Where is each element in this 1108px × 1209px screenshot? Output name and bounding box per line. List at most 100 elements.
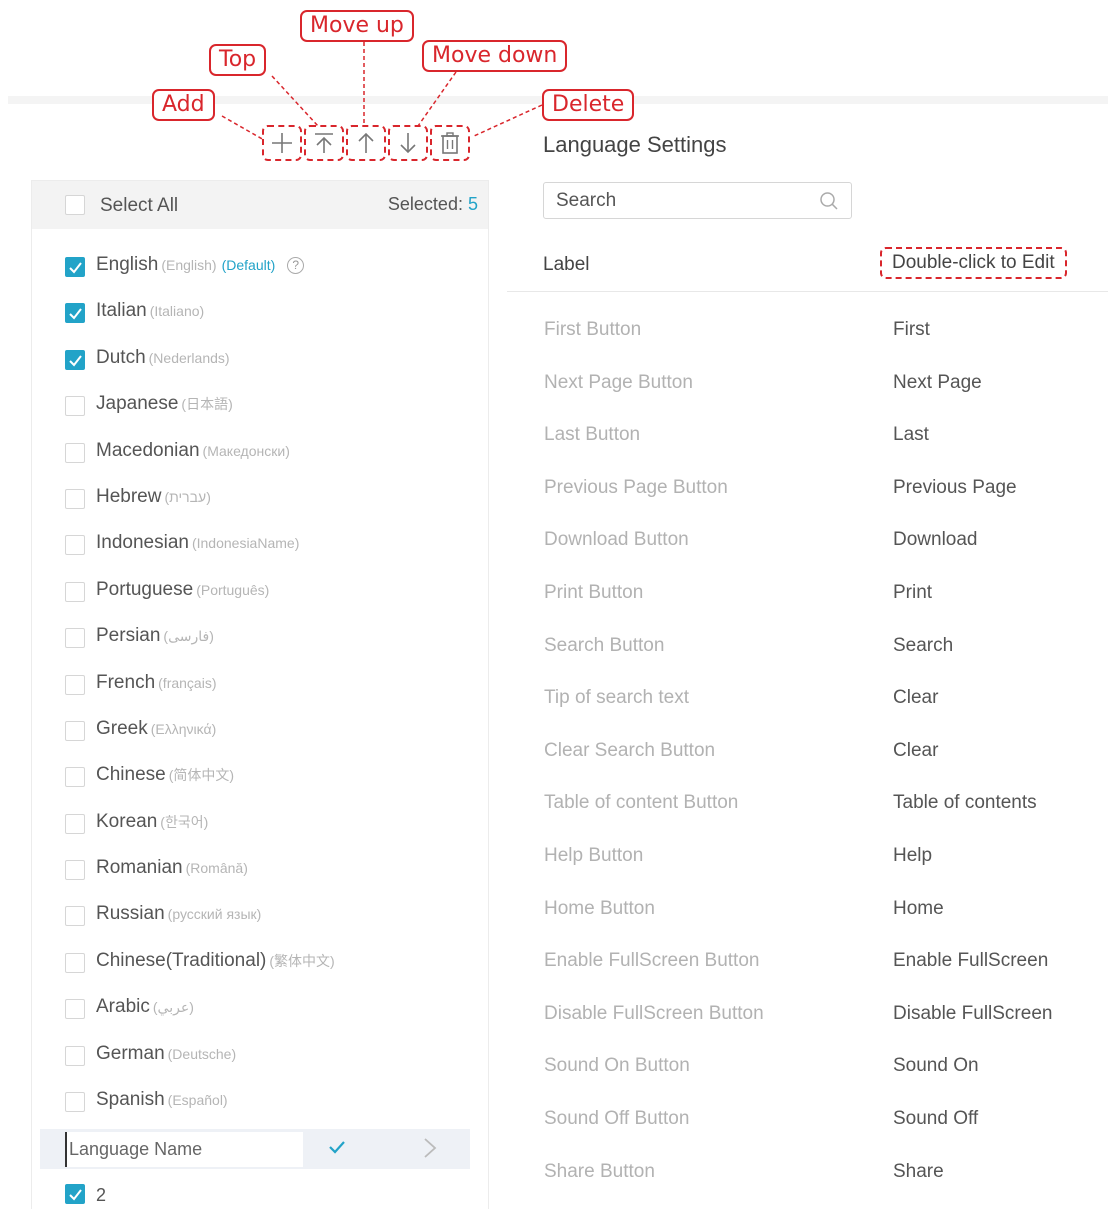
language-item[interactable]: Indonesian (IndonesiaName) <box>32 529 488 575</box>
language-item[interactable]: Arabic (عربي) <box>32 993 488 1039</box>
select-all-checkbox[interactable] <box>65 195 85 215</box>
trash-icon <box>441 132 459 154</box>
setting-value[interactable]: Enable FullScreen <box>893 950 1048 972</box>
language-checkbox[interactable] <box>65 720 85 741</box>
language-checkbox[interactable] <box>65 999 85 1020</box>
language-checkbox[interactable] <box>65 488 85 509</box>
table-row[interactable]: Sound Off Button Sound Off <box>507 1096 1108 1149</box>
setting-value[interactable]: Clear <box>893 687 938 709</box>
select-all-bar: Select All Selected: 5 <box>32 181 488 229</box>
setting-value[interactable]: Home <box>893 898 944 920</box>
setting-label: Previous Page Button <box>544 476 728 498</box>
language-item[interactable]: Persian (فارسی) <box>32 622 488 668</box>
language-checkbox[interactable] <box>65 906 85 927</box>
help-icon[interactable]: ? <box>287 257 305 274</box>
language-item[interactable]: Portuguese (Português) <box>32 576 488 622</box>
language-checkbox[interactable] <box>65 535 85 556</box>
table-row[interactable]: Previous Page Button Previous Page <box>507 465 1108 518</box>
table-row[interactable]: Last Button Last <box>507 412 1108 465</box>
setting-value[interactable]: Search <box>893 635 953 657</box>
new-language-checkbox[interactable] <box>65 1184 85 1204</box>
language-checkbox[interactable] <box>65 952 85 973</box>
table-row[interactable]: First Button First <box>507 307 1108 360</box>
language-checkbox[interactable] <box>65 767 85 788</box>
language-checkbox[interactable] <box>65 257 85 277</box>
language-checkbox[interactable] <box>65 674 85 695</box>
language-checkbox[interactable] <box>65 442 85 463</box>
language-checkbox[interactable] <box>65 581 85 602</box>
language-item[interactable]: Dutch (Nederlands) <box>32 344 488 390</box>
language-native-name: (Македонски) <box>202 442 290 459</box>
table-row[interactable]: Share Button Share <box>507 1149 1108 1202</box>
language-item[interactable]: French (français) <box>32 669 488 715</box>
setting-value[interactable]: Sound On <box>893 1055 979 1077</box>
add-button[interactable] <box>262 125 302 161</box>
setting-value[interactable]: Sound Off <box>893 1108 978 1130</box>
language-item[interactable]: Chinese(Traditional) (繁体中文) <box>32 947 488 993</box>
confirm-check-icon[interactable] <box>327 1137 347 1157</box>
language-item[interactable]: Greek (Ελληνικά) <box>32 715 488 761</box>
language-checkbox[interactable] <box>65 303 85 324</box>
table-row[interactable]: Tip of search text Clear <box>507 675 1108 728</box>
selected-count-value: 5 <box>467 194 478 214</box>
move-up-button[interactable] <box>346 125 386 161</box>
table-row[interactable]: Search Button Search <box>507 623 1108 676</box>
language-checkbox[interactable] <box>65 1092 85 1113</box>
language-native-name: (简体中文) <box>168 767 235 784</box>
table-row[interactable]: Help Button Help <box>507 833 1108 886</box>
language-item[interactable]: Russian (русский язык) <box>32 900 488 946</box>
language-item[interactable]: Romanian (Română) <box>32 854 488 900</box>
double-click-edit-hint: Double-click to Edit <box>880 247 1067 279</box>
search-input[interactable] <box>556 187 806 215</box>
table-row[interactable]: Table of content Button Table of contents <box>507 780 1108 833</box>
setting-label: Last Button <box>544 424 641 446</box>
setting-value[interactable]: Previous Page <box>893 477 1017 499</box>
language-item[interactable]: Macedonian (Македонски) <box>32 437 488 483</box>
language-item[interactable]: Korean (한국어) <box>32 808 488 854</box>
language-name-text: Dutch <box>96 346 146 368</box>
language-item[interactable]: Chinese (简体中文) <box>32 761 488 807</box>
chevron-right-icon[interactable] <box>420 1136 440 1160</box>
setting-value[interactable]: Table of contents <box>893 792 1037 814</box>
setting-value[interactable]: Disable FullScreen <box>893 1003 1052 1025</box>
language-item[interactable]: English (English) (Default)? <box>32 251 488 297</box>
setting-value[interactable]: First <box>893 319 930 341</box>
setting-label: Home Button <box>544 897 655 919</box>
language-checkbox[interactable] <box>65 860 85 881</box>
table-row[interactable]: Print Button Print <box>507 570 1108 623</box>
setting-value[interactable]: Last <box>893 424 929 446</box>
table-row[interactable]: Next Page Button Next Page <box>507 360 1108 413</box>
language-native-name: (Ελληνικά) <box>150 720 217 737</box>
language-name-text: English <box>96 254 159 275</box>
language-native-name: (français) <box>158 674 217 691</box>
language-item[interactable]: German (Deutsche) <box>32 1040 488 1086</box>
language-item[interactable]: Hebrew (עברית) <box>32 483 488 529</box>
language-item[interactable]: Spanish (Español) <box>32 1086 488 1132</box>
language-item[interactable]: Italian (Italiano) <box>32 297 488 343</box>
label-column-header: Label <box>543 254 590 275</box>
move-to-top-button[interactable] <box>304 125 344 161</box>
language-name-input[interactable] <box>65 1132 303 1167</box>
setting-value[interactable]: Next Page <box>893 372 982 394</box>
table-row[interactable]: Home Button Home <box>507 886 1108 939</box>
setting-value[interactable]: Clear <box>893 740 938 762</box>
table-row[interactable]: Clear Search Button Clear <box>507 728 1108 781</box>
setting-value[interactable]: Help <box>893 845 932 867</box>
delete-button[interactable] <box>430 125 470 161</box>
table-row[interactable]: Download Button Download <box>507 517 1108 570</box>
language-checkbox[interactable] <box>65 1045 85 1066</box>
setting-value[interactable]: Share <box>893 1161 944 1183</box>
table-row[interactable]: Enable FullScreen Button Enable FullScree… <box>507 938 1108 991</box>
setting-label: Help Button <box>544 844 644 866</box>
language-item[interactable]: Japanese (日本語) <box>32 390 488 436</box>
language-checkbox[interactable] <box>65 813 85 834</box>
language-checkbox[interactable] <box>65 628 85 649</box>
language-checkbox[interactable] <box>65 396 85 417</box>
language-checkbox[interactable] <box>65 349 85 370</box>
search-icon[interactable] <box>819 191 839 211</box>
table-row[interactable]: Sound On Button Sound On <box>507 1043 1108 1096</box>
move-down-button[interactable] <box>388 125 428 161</box>
setting-value[interactable]: Download <box>893 529 978 551</box>
table-row[interactable]: Disable FullScreen Button Disable FullScr… <box>507 991 1108 1044</box>
setting-value[interactable]: Print <box>893 582 932 604</box>
